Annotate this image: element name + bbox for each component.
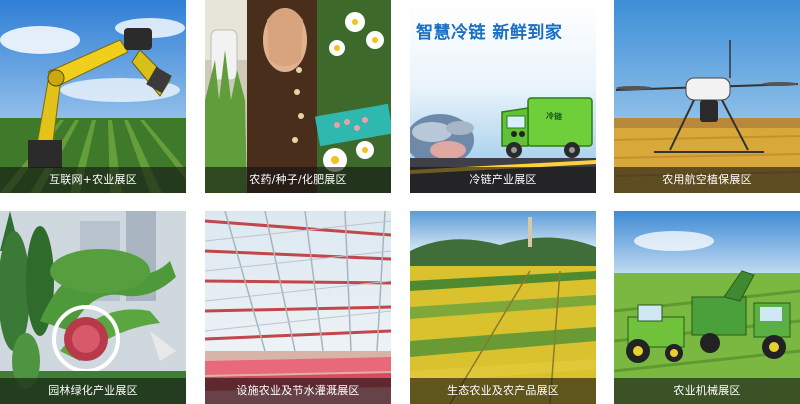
zone-tile-agricultural-aviation[interactable]: 农用航空植保展区 [614, 0, 800, 193]
greenhouse-image [205, 211, 391, 404]
exhibition-zone-grid: 互联网+农业展区 农药/种子/化肥展区 智慧冷链 新鲜到家 冷链 冷链产业展区 … [0, 0, 800, 404]
zone-label: 设施农业及节水灌溉展区 [205, 378, 391, 404]
landscape-greening-image [0, 211, 186, 404]
zone-tile-facility-agriculture-irrigation[interactable]: 设施农业及节水灌溉展区 [205, 211, 391, 404]
agricultural-machinery-image [614, 211, 800, 404]
zone-label: 园林绿化产业展区 [0, 378, 186, 404]
zone-tile-ecological-agriculture-products[interactable]: 生态农业及农产品展区 [410, 211, 596, 404]
zone-label: 生态农业及农产品展区 [410, 378, 596, 404]
zone-label: 农用航空植保展区 [614, 167, 800, 193]
zone-label: 冷链产业展区 [410, 167, 596, 193]
pesticide-seed-fertilizer-image [205, 0, 391, 193]
zone-label: 农业机械展区 [614, 378, 800, 404]
zone-label: 互联网+农业展区 [0, 167, 186, 193]
internet-agriculture-image [0, 0, 186, 193]
zone-tile-landscape-greening[interactable]: 园林绿化产业展区 [0, 211, 186, 404]
zone-tile-agricultural-machinery[interactable]: 农业机械展区 [614, 211, 800, 404]
cold-chain-banner-text: 智慧冷链 新鲜到家 [416, 23, 563, 43]
zone-tile-internet-agriculture[interactable]: 互联网+农业展区 [0, 0, 186, 193]
truck-side-text: 冷链 [545, 111, 563, 122]
zone-tile-pesticide-seed-fertilizer[interactable]: 农药/种子/化肥展区 [205, 0, 391, 193]
zone-label: 农药/种子/化肥展区 [205, 167, 391, 193]
ecological-fields-image [410, 211, 596, 404]
agricultural-drone-image [614, 0, 800, 193]
zone-tile-cold-chain[interactable]: 智慧冷链 新鲜到家 冷链 冷链产业展区 [410, 0, 596, 193]
